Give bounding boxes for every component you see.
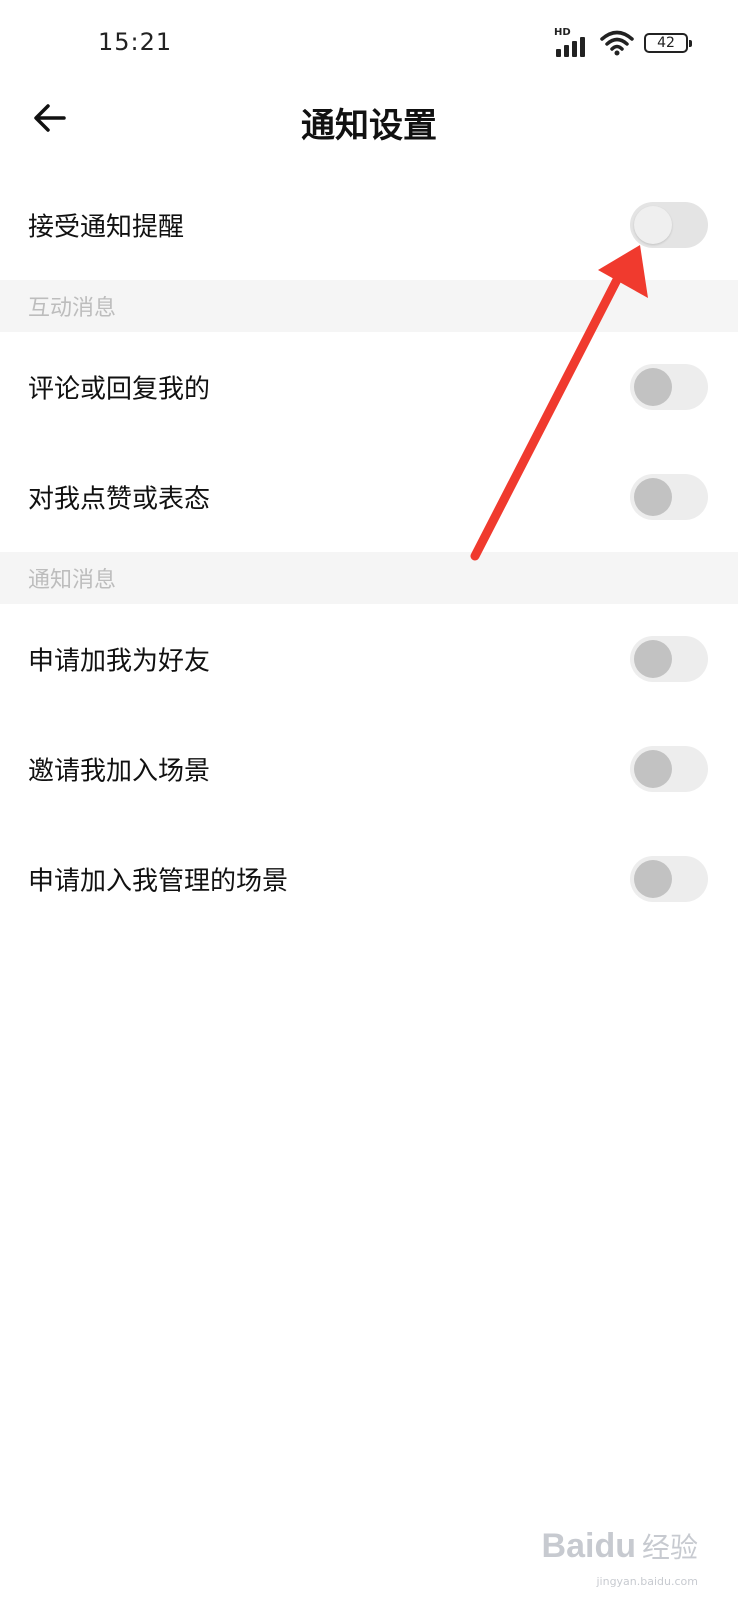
receive-notifications-toggle[interactable] bbox=[630, 202, 708, 248]
toggle-knob bbox=[634, 860, 672, 898]
watermark-brand-cn: 经验 bbox=[641, 1531, 698, 1564]
setting-label: 邀请我加入场景 bbox=[28, 756, 211, 787]
status-icons: HD 42 bbox=[554, 26, 692, 60]
setting-label: 申请加入我管理的场景 bbox=[28, 866, 289, 897]
toggle-knob bbox=[634, 206, 672, 244]
setting-row-comments-replies: 评论或回复我的 bbox=[0, 332, 738, 442]
setting-label: 申请加我为好友 bbox=[28, 646, 211, 677]
baidu-jingyan-watermark: Baidu 经验 jingyan.baidu.com bbox=[541, 1526, 698, 1588]
status-bar: 15:21 HD 42 bbox=[0, 0, 738, 90]
battery-level: 42 bbox=[657, 35, 675, 51]
friend-requests-toggle[interactable] bbox=[630, 636, 708, 682]
comments-replies-toggle[interactable] bbox=[630, 364, 708, 410]
setting-row-likes-reactions: 对我点赞或表态 bbox=[0, 442, 738, 552]
wifi-icon bbox=[600, 30, 634, 56]
managed-scene-requests-toggle[interactable] bbox=[630, 856, 708, 902]
status-time: 15:21 bbox=[98, 28, 173, 56]
watermark-url: jingyan.baidu.com bbox=[596, 1575, 698, 1588]
section-header-interaction: 互动消息 bbox=[0, 280, 738, 332]
cellular-signal-icon: HD bbox=[554, 27, 590, 57]
toggle-knob bbox=[634, 640, 672, 678]
toggle-knob bbox=[634, 750, 672, 788]
section-title: 通知消息 bbox=[28, 568, 117, 593]
settings-list: 接受通知提醒 互动消息 评论或回复我的 对我点赞或表态 通知消息 申请加我为好友… bbox=[0, 170, 738, 934]
section-header-notification: 通知消息 bbox=[0, 552, 738, 604]
page-title: 通知设置 bbox=[301, 106, 437, 146]
watermark-brand: Baidu bbox=[541, 1527, 636, 1565]
setting-label: 评论或回复我的 bbox=[28, 374, 211, 405]
setting-row-managed-scene-requests: 申请加入我管理的场景 bbox=[0, 824, 738, 934]
likes-reactions-toggle[interactable] bbox=[630, 474, 708, 520]
section-title: 互动消息 bbox=[28, 296, 117, 321]
nav-bar: 通知设置 bbox=[0, 90, 738, 150]
setting-row-scene-invites: 邀请我加入场景 bbox=[0, 714, 738, 824]
setting-label: 接受通知提醒 bbox=[28, 212, 185, 243]
toggle-knob bbox=[634, 478, 672, 516]
battery-icon: 42 bbox=[644, 33, 692, 53]
setting-row-friend-requests: 申请加我为好友 bbox=[0, 604, 738, 714]
scene-invites-toggle[interactable] bbox=[630, 746, 708, 792]
toggle-knob bbox=[634, 368, 672, 406]
setting-label: 对我点赞或表态 bbox=[28, 484, 211, 515]
setting-row-receive-notifications: 接受通知提醒 bbox=[0, 170, 738, 280]
